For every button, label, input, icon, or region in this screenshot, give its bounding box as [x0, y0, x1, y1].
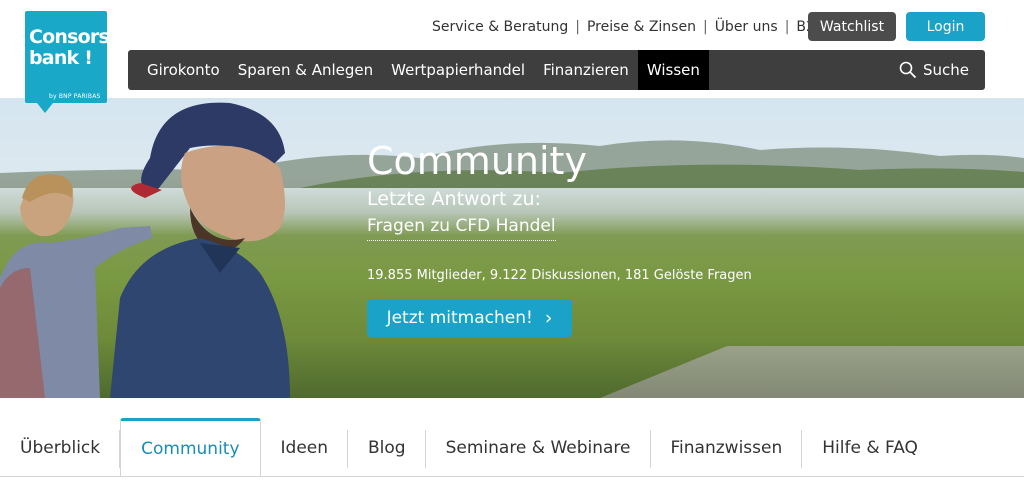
latest-answer-link[interactable]: Fragen zu CFD Handel	[367, 216, 556, 241]
top-links: Service & Beratung | Preise & Zinsen | Ü…	[432, 17, 825, 37]
separator: |	[702, 19, 708, 35]
tabs-divider	[0, 476, 1024, 477]
nav-item-wertpapierhandel[interactable]: Wertpapierhandel	[382, 50, 534, 90]
tab-seminare-webinare[interactable]: Seminare & Webinare	[426, 420, 651, 476]
logo-text-line2: bank !	[29, 47, 93, 69]
nav-item-girokonto[interactable]: Girokonto	[138, 50, 229, 90]
section-tabs: Überblick Community Ideen Blog Seminare …	[0, 418, 1024, 495]
search-icon	[899, 61, 917, 79]
nav-item-wissen[interactable]: Wissen	[637, 50, 709, 90]
hero-subtitle: Letzte Antwort zu:	[367, 188, 541, 210]
man-foreground-illustration	[110, 102, 290, 398]
toplink-service[interactable]: Service & Beratung	[432, 19, 568, 35]
tab-finanzwissen[interactable]: Finanzwissen	[651, 420, 803, 476]
tab-blog[interactable]: Blog	[348, 420, 426, 476]
search-label: Suche	[922, 61, 969, 79]
tab-ueberblick[interactable]: Überblick	[0, 420, 121, 476]
separator: |	[784, 19, 790, 35]
tab-hilfe-faq[interactable]: Hilfe & FAQ	[802, 420, 938, 476]
nav-item-sparen-anlegen[interactable]: Sparen & Anlegen	[229, 50, 382, 90]
chevron-right-icon: ›	[544, 307, 553, 329]
login-button[interactable]: Login	[906, 12, 985, 41]
hero-title: Community	[367, 139, 587, 183]
road	[600, 346, 1024, 398]
hero-banner: Community Letzte Antwort zu: Fragen zu C…	[0, 98, 1024, 398]
toplink-ueber-uns[interactable]: Über uns	[715, 19, 778, 35]
header: Consors bank ! by BNP PARIBAS Service & …	[0, 0, 1024, 113]
join-button-label: Jetzt mitmachen!	[386, 308, 533, 328]
nav-item-finanzieren[interactable]: Finanzieren	[534, 50, 638, 90]
toplink-preise[interactable]: Preise & Zinsen	[587, 19, 696, 35]
tab-community[interactable]: Community	[120, 418, 261, 476]
search-button[interactable]: Suche	[899, 50, 969, 90]
watchlist-button[interactable]: Watchlist	[808, 12, 896, 41]
community-stats: 19.855 Mitglieder, 9.122 Diskussionen, 1…	[367, 268, 752, 283]
tab-ideen[interactable]: Ideen	[261, 420, 349, 476]
logo-subtitle: by BNP PARIBAS	[49, 93, 101, 100]
join-community-button[interactable]: Jetzt mitmachen! ›	[367, 299, 572, 337]
separator: |	[575, 19, 580, 35]
consorsbank-logo[interactable]: Consors bank ! by BNP PARIBAS	[25, 11, 110, 113]
logo-text-line1: Consors	[29, 26, 110, 48]
main-navigation: Girokonto Sparen & Anlegen Wertpapierhan…	[128, 50, 985, 90]
